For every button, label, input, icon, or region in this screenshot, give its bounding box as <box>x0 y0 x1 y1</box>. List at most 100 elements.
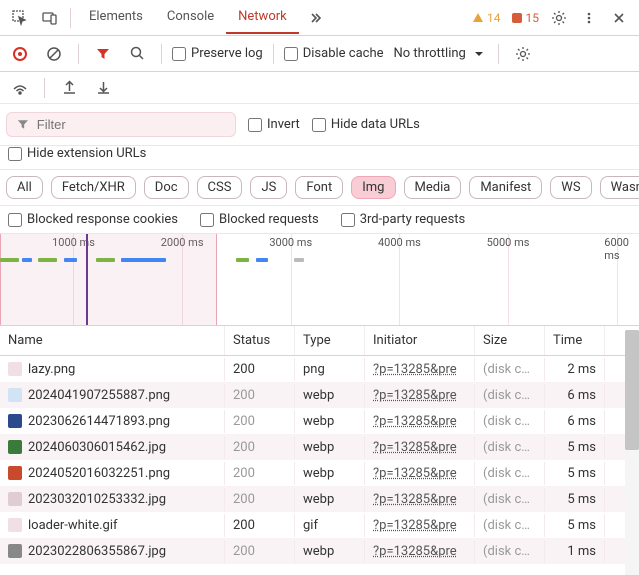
io-toolbar <box>0 72 639 104</box>
settings-icon[interactable] <box>545 4 573 32</box>
table-body: lazy.png200png?p=13285&pre(disk c…2 ms20… <box>0 356 639 564</box>
table-row[interactable]: 2023062614471893.png200webp?p=13285&pre(… <box>0 408 639 434</box>
cell-type: webp <box>295 462 365 485</box>
divider <box>70 8 71 28</box>
download-icon[interactable] <box>89 74 117 102</box>
time-marker[interactable] <box>86 234 88 325</box>
cell-time: 1 ms <box>545 540 605 563</box>
invert-checkbox[interactable]: Invert <box>248 117 300 132</box>
third-party-checkbox[interactable]: 3rd-party requests <box>341 212 466 227</box>
type-chip-img[interactable]: Img <box>351 176 395 199</box>
hide-ext-label: Hide extension URLs <box>27 146 146 161</box>
overview-bar <box>294 258 304 262</box>
cell-initiator[interactable]: ?p=13285&pre <box>365 462 475 485</box>
search-icon[interactable] <box>123 40 151 68</box>
cell-initiator[interactable]: ?p=13285&pre <box>365 358 475 381</box>
table-row[interactable]: 2024060306015462.jpg200webp?p=13285&pre(… <box>0 434 639 460</box>
type-chip-manifest[interactable]: Manifest <box>469 176 542 199</box>
overview-bar <box>121 258 166 262</box>
scrollbar[interactable] <box>625 330 639 575</box>
resource-type-chips: All Fetch/XHR Doc CSS JS Font Img Media Manifest… <box>0 170 639 206</box>
table-row[interactable]: 2023022806355867.jpg200webp?p=13285&pre(… <box>0 538 639 564</box>
type-chip-js[interactable]: JS <box>250 176 287 199</box>
type-chip-css[interactable]: CSS <box>197 176 243 199</box>
col-time[interactable]: Time <box>545 326 605 355</box>
close-icon[interactable] <box>605 4 633 32</box>
more-tabs-icon[interactable] <box>301 4 329 32</box>
cell-status: 200 <box>225 436 295 459</box>
cell-name: 2024052016032251.png <box>0 462 225 485</box>
type-chip-font[interactable]: Font <box>295 176 343 199</box>
funnel-icon <box>17 118 29 131</box>
type-chip-fetch-xhr[interactable]: Fetch/XHR <box>51 176 136 199</box>
throttling-select[interactable]: No throttling <box>390 46 488 61</box>
cell-time: 6 ms <box>545 410 605 433</box>
throttling-value: No throttling <box>394 46 466 61</box>
clear-icon[interactable] <box>40 40 68 68</box>
cell-status: 200 <box>225 384 295 407</box>
cell-type: png <box>295 358 365 381</box>
table-row[interactable]: lazy.png200png?p=13285&pre(disk c…2 ms <box>0 356 639 382</box>
filter-toggle-icon[interactable] <box>89 40 117 68</box>
overview-bar <box>22 258 32 262</box>
blocked-cookies-checkbox[interactable]: Blocked response cookies <box>8 212 178 227</box>
cell-time: 6 ms <box>545 384 605 407</box>
tab-network[interactable]: Network <box>226 1 299 34</box>
type-chip-all[interactable]: All <box>6 176 43 199</box>
type-chip-doc[interactable]: Doc <box>144 176 189 199</box>
table-row[interactable]: loader-white.gif200gif?p=13285&pre(disk … <box>0 512 639 538</box>
tab-console[interactable]: Console <box>155 1 226 34</box>
blocked-requests-checkbox[interactable]: Blocked requests <box>200 212 319 227</box>
preserve-log-checkbox[interactable]: Preserve log <box>172 46 263 61</box>
warning-badge[interactable]: 14 <box>468 11 505 25</box>
selection-zone[interactable] <box>0 234 217 325</box>
file-icon <box>8 388 22 402</box>
col-initiator[interactable]: Initiator <box>365 326 475 355</box>
table-row[interactable]: 2024041907255887.png200webp?p=13285&pre(… <box>0 382 639 408</box>
cell-initiator[interactable]: ?p=13285&pre <box>365 436 475 459</box>
filter-input-wrap[interactable] <box>6 112 236 137</box>
table-row[interactable]: 2024052016032251.png200webp?p=13285&pre(… <box>0 460 639 486</box>
network-conditions-icon[interactable] <box>6 74 34 102</box>
hide-data-urls-checkbox[interactable]: Hide data URLs <box>312 117 420 132</box>
cell-status: 200 <box>225 358 295 381</box>
col-size[interactable]: Size <box>475 326 545 355</box>
col-name[interactable]: Name <box>0 326 225 355</box>
col-status[interactable]: Status <box>225 326 295 355</box>
cell-initiator[interactable]: ?p=13285&pre <box>365 540 475 563</box>
filter-bar-2: Hide extension URLs <box>0 146 639 170</box>
upload-icon[interactable] <box>55 74 83 102</box>
scrollbar-thumb[interactable] <box>625 330 639 450</box>
table-row[interactable]: 2023032010253332.jpg200webp?p=13285&pre(… <box>0 486 639 512</box>
cell-time: 5 ms <box>545 514 605 537</box>
inspect-icon[interactable] <box>6 4 34 32</box>
cell-initiator[interactable]: ?p=13285&pre <box>365 488 475 511</box>
cell-size: (disk c… <box>475 358 545 381</box>
type-chip-wasm[interactable]: Wasm <box>600 176 639 199</box>
tab-elements[interactable]: Elements <box>77 1 155 34</box>
cell-size: (disk c… <box>475 384 545 407</box>
overview-bar <box>256 258 269 262</box>
cell-initiator[interactable]: ?p=13285&pre <box>365 514 475 537</box>
cell-size: (disk c… <box>475 462 545 485</box>
cell-status: 200 <box>225 514 295 537</box>
waterfall-overview[interactable]: 1000 ms2000 ms3000 ms4000 ms5000 ms6000 … <box>0 234 639 326</box>
disable-cache-checkbox[interactable]: Disable cache <box>284 46 384 61</box>
type-chip-media[interactable]: Media <box>404 176 462 199</box>
filter-input[interactable] <box>37 117 225 132</box>
file-icon <box>8 492 22 506</box>
type-chip-ws[interactable]: WS <box>550 176 591 199</box>
cell-initiator[interactable]: ?p=13285&pre <box>365 384 475 407</box>
kebab-icon[interactable] <box>575 4 603 32</box>
cell-initiator[interactable]: ?p=13285&pre <box>365 410 475 433</box>
cell-status: 200 <box>225 540 295 563</box>
record-button[interactable] <box>6 40 34 68</box>
divider <box>273 44 274 64</box>
col-type[interactable]: Type <box>295 326 365 355</box>
hide-ext-urls-checkbox[interactable]: Hide extension URLs <box>8 146 631 161</box>
error-badge[interactable]: 15 <box>507 11 544 25</box>
file-icon <box>8 440 22 454</box>
network-settings-icon[interactable] <box>509 40 537 68</box>
cell-time: 5 ms <box>545 462 605 485</box>
device-icon[interactable] <box>36 4 64 32</box>
